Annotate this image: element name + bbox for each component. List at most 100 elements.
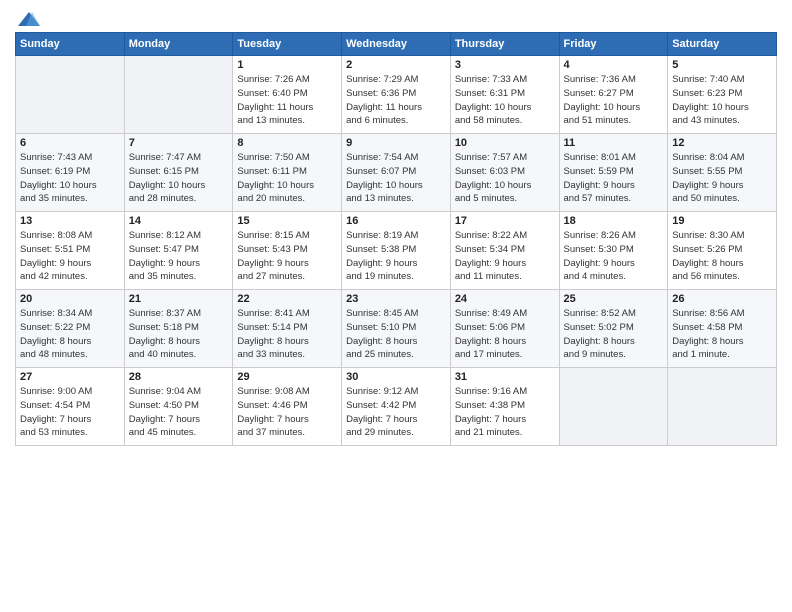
day-info: Sunrise: 8:41 AM Sunset: 5:14 PM Dayligh… bbox=[237, 307, 337, 362]
calendar-cell: 20 Sunrise: 8:34 AM Sunset: 5:22 PM Dayli… bbox=[16, 290, 125, 368]
calendar-cell bbox=[668, 368, 777, 446]
day-info: Sunrise: 8:22 AM Sunset: 5:34 PM Dayligh… bbox=[455, 229, 555, 284]
day-number: 1 bbox=[237, 59, 337, 71]
calendar-cell: 12Sunrise: 8:04 AM Sunset: 5:55 PM Dayli… bbox=[668, 134, 777, 212]
day-header: Wednesday bbox=[342, 33, 451, 56]
day-number: 8 bbox=[237, 137, 337, 149]
day-number: 19 bbox=[672, 215, 772, 227]
calendar-cell: 7 Sunrise: 7:47 AM Sunset: 6:15 PM Daylig… bbox=[124, 134, 233, 212]
day-info: Sunrise: 8:49 AM Sunset: 5:06 PM Dayligh… bbox=[455, 307, 555, 362]
day-info: Sunrise: 7:47 AM Sunset: 6:15 PM Dayligh… bbox=[129, 151, 229, 206]
calendar-week-row: 1Sunrise: 7:26 AM Sunset: 6:40 PM Daylig… bbox=[16, 56, 777, 134]
calendar-cell: 29 Sunrise: 9:08 AM Sunset: 4:46 PM Dayli… bbox=[233, 368, 342, 446]
day-info: Sunrise: 7:54 AM Sunset: 6:07 PM Dayligh… bbox=[346, 151, 446, 206]
logo bbox=[15, 10, 41, 24]
calendar-cell bbox=[124, 56, 233, 134]
day-number: 27 bbox=[20, 371, 120, 383]
day-info: Sunrise: 9:00 AM Sunset: 4:54 PM Dayligh… bbox=[20, 385, 120, 440]
day-info: Sunrise: 8:12 AM Sunset: 5:47 PM Dayligh… bbox=[129, 229, 229, 284]
day-number: 3 bbox=[455, 59, 555, 71]
day-info: Sunrise: 8:15 AM Sunset: 5:43 PM Dayligh… bbox=[237, 229, 337, 284]
page: SundayMondayTuesdayWednesdayThursdayFrid… bbox=[0, 0, 792, 612]
calendar-cell: 22 Sunrise: 8:41 AM Sunset: 5:14 PM Dayli… bbox=[233, 290, 342, 368]
calendar-cell: 18Sunrise: 8:26 AM Sunset: 5:30 PM Dayli… bbox=[559, 212, 668, 290]
day-header: Thursday bbox=[450, 33, 559, 56]
calendar-week-row: 13 Sunrise: 8:08 AM Sunset: 5:51 PM Dayli… bbox=[16, 212, 777, 290]
day-info: Sunrise: 9:12 AM Sunset: 4:42 PM Dayligh… bbox=[346, 385, 446, 440]
day-number: 24 bbox=[455, 293, 555, 305]
header-row: SundayMondayTuesdayWednesdayThursdayFrid… bbox=[16, 33, 777, 56]
calendar-cell: 25 Sunrise: 8:52 AM Sunset: 5:02 PM Dayli… bbox=[559, 290, 668, 368]
day-header: Friday bbox=[559, 33, 668, 56]
calendar-table: SundayMondayTuesdayWednesdayThursdayFrid… bbox=[15, 32, 777, 446]
day-number: 11 bbox=[564, 137, 664, 149]
day-number: 20 bbox=[20, 293, 120, 305]
header bbox=[15, 10, 777, 24]
calendar-cell: 14 Sunrise: 8:12 AM Sunset: 5:47 PM Dayli… bbox=[124, 212, 233, 290]
day-number: 23 bbox=[346, 293, 446, 305]
day-info: Sunrise: 8:01 AM Sunset: 5:59 PM Dayligh… bbox=[564, 151, 664, 206]
day-info: Sunrise: 8:52 AM Sunset: 5:02 PM Dayligh… bbox=[564, 307, 664, 362]
day-header: Tuesday bbox=[233, 33, 342, 56]
day-info: Sunrise: 7:33 AM Sunset: 6:31 PM Dayligh… bbox=[455, 73, 555, 128]
calendar-cell: 11 Sunrise: 8:01 AM Sunset: 5:59 PM Dayli… bbox=[559, 134, 668, 212]
calendar-cell: 2Sunrise: 7:29 AM Sunset: 6:36 PM Daylig… bbox=[342, 56, 451, 134]
day-number: 30 bbox=[346, 371, 446, 383]
day-header: Saturday bbox=[668, 33, 777, 56]
calendar-week-row: 20 Sunrise: 8:34 AM Sunset: 5:22 PM Dayli… bbox=[16, 290, 777, 368]
day-number: 14 bbox=[129, 215, 229, 227]
calendar-cell: 19 Sunrise: 8:30 AM Sunset: 5:26 PM Dayli… bbox=[668, 212, 777, 290]
day-info: Sunrise: 8:30 AM Sunset: 5:26 PM Dayligh… bbox=[672, 229, 772, 284]
day-info: Sunrise: 8:08 AM Sunset: 5:51 PM Dayligh… bbox=[20, 229, 120, 284]
day-number: 21 bbox=[129, 293, 229, 305]
day-number: 15 bbox=[237, 215, 337, 227]
day-info: Sunrise: 9:08 AM Sunset: 4:46 PM Dayligh… bbox=[237, 385, 337, 440]
day-header: Monday bbox=[124, 33, 233, 56]
day-info: Sunrise: 7:57 AM Sunset: 6:03 PM Dayligh… bbox=[455, 151, 555, 206]
day-number: 13 bbox=[20, 215, 120, 227]
day-number: 22 bbox=[237, 293, 337, 305]
day-number: 9 bbox=[346, 137, 446, 149]
day-info: Sunrise: 8:34 AM Sunset: 5:22 PM Dayligh… bbox=[20, 307, 120, 362]
calendar-cell: 27 Sunrise: 9:00 AM Sunset: 4:54 PM Dayli… bbox=[16, 368, 125, 446]
day-info: Sunrise: 7:40 AM Sunset: 6:23 PM Dayligh… bbox=[672, 73, 772, 128]
calendar-cell bbox=[16, 56, 125, 134]
day-info: Sunrise: 7:36 AM Sunset: 6:27 PM Dayligh… bbox=[564, 73, 664, 128]
calendar-cell: 1Sunrise: 7:26 AM Sunset: 6:40 PM Daylig… bbox=[233, 56, 342, 134]
calendar-cell: 23 Sunrise: 8:45 AM Sunset: 5:10 PM Dayli… bbox=[342, 290, 451, 368]
day-number: 28 bbox=[129, 371, 229, 383]
calendar-cell: 17 Sunrise: 8:22 AM Sunset: 5:34 PM Dayli… bbox=[450, 212, 559, 290]
day-info: Sunrise: 7:43 AM Sunset: 6:19 PM Dayligh… bbox=[20, 151, 120, 206]
day-number: 29 bbox=[237, 371, 337, 383]
day-number: 17 bbox=[455, 215, 555, 227]
calendar-cell: 21 Sunrise: 8:37 AM Sunset: 5:18 PM Dayli… bbox=[124, 290, 233, 368]
calendar-cell: 31Sunrise: 9:16 AM Sunset: 4:38 PM Dayli… bbox=[450, 368, 559, 446]
day-info: Sunrise: 7:50 AM Sunset: 6:11 PM Dayligh… bbox=[237, 151, 337, 206]
day-info: Sunrise: 7:29 AM Sunset: 6:36 PM Dayligh… bbox=[346, 73, 446, 128]
day-number: 7 bbox=[129, 137, 229, 149]
calendar-week-row: 27 Sunrise: 9:00 AM Sunset: 4:54 PM Dayli… bbox=[16, 368, 777, 446]
logo-icon bbox=[18, 10, 40, 28]
day-number: 6 bbox=[20, 137, 120, 149]
day-header: Sunday bbox=[16, 33, 125, 56]
day-info: Sunrise: 8:19 AM Sunset: 5:38 PM Dayligh… bbox=[346, 229, 446, 284]
day-info: Sunrise: 8:37 AM Sunset: 5:18 PM Dayligh… bbox=[129, 307, 229, 362]
calendar-cell: 15 Sunrise: 8:15 AM Sunset: 5:43 PM Dayli… bbox=[233, 212, 342, 290]
calendar-cell bbox=[559, 368, 668, 446]
day-info: Sunrise: 8:26 AM Sunset: 5:30 PM Dayligh… bbox=[564, 229, 664, 284]
calendar-cell: 30 Sunrise: 9:12 AM Sunset: 4:42 PM Dayli… bbox=[342, 368, 451, 446]
day-number: 25 bbox=[564, 293, 664, 305]
day-number: 16 bbox=[346, 215, 446, 227]
calendar-cell: 3 Sunrise: 7:33 AM Sunset: 6:31 PM Daylig… bbox=[450, 56, 559, 134]
calendar-cell: 9 Sunrise: 7:54 AM Sunset: 6:07 PM Daylig… bbox=[342, 134, 451, 212]
day-info: Sunrise: 8:04 AM Sunset: 5:55 PM Dayligh… bbox=[672, 151, 772, 206]
calendar-week-row: 6 Sunrise: 7:43 AM Sunset: 6:19 PM Daylig… bbox=[16, 134, 777, 212]
day-number: 10 bbox=[455, 137, 555, 149]
day-number: 26 bbox=[672, 293, 772, 305]
calendar-cell: 16 Sunrise: 8:19 AM Sunset: 5:38 PM Dayli… bbox=[342, 212, 451, 290]
calendar-cell: 8 Sunrise: 7:50 AM Sunset: 6:11 PM Daylig… bbox=[233, 134, 342, 212]
day-info: Sunrise: 8:45 AM Sunset: 5:10 PM Dayligh… bbox=[346, 307, 446, 362]
calendar-cell: 10 Sunrise: 7:57 AM Sunset: 6:03 PM Dayli… bbox=[450, 134, 559, 212]
day-number: 4 bbox=[564, 59, 664, 71]
calendar-cell: 28Sunrise: 9:04 AM Sunset: 4:50 PM Dayli… bbox=[124, 368, 233, 446]
